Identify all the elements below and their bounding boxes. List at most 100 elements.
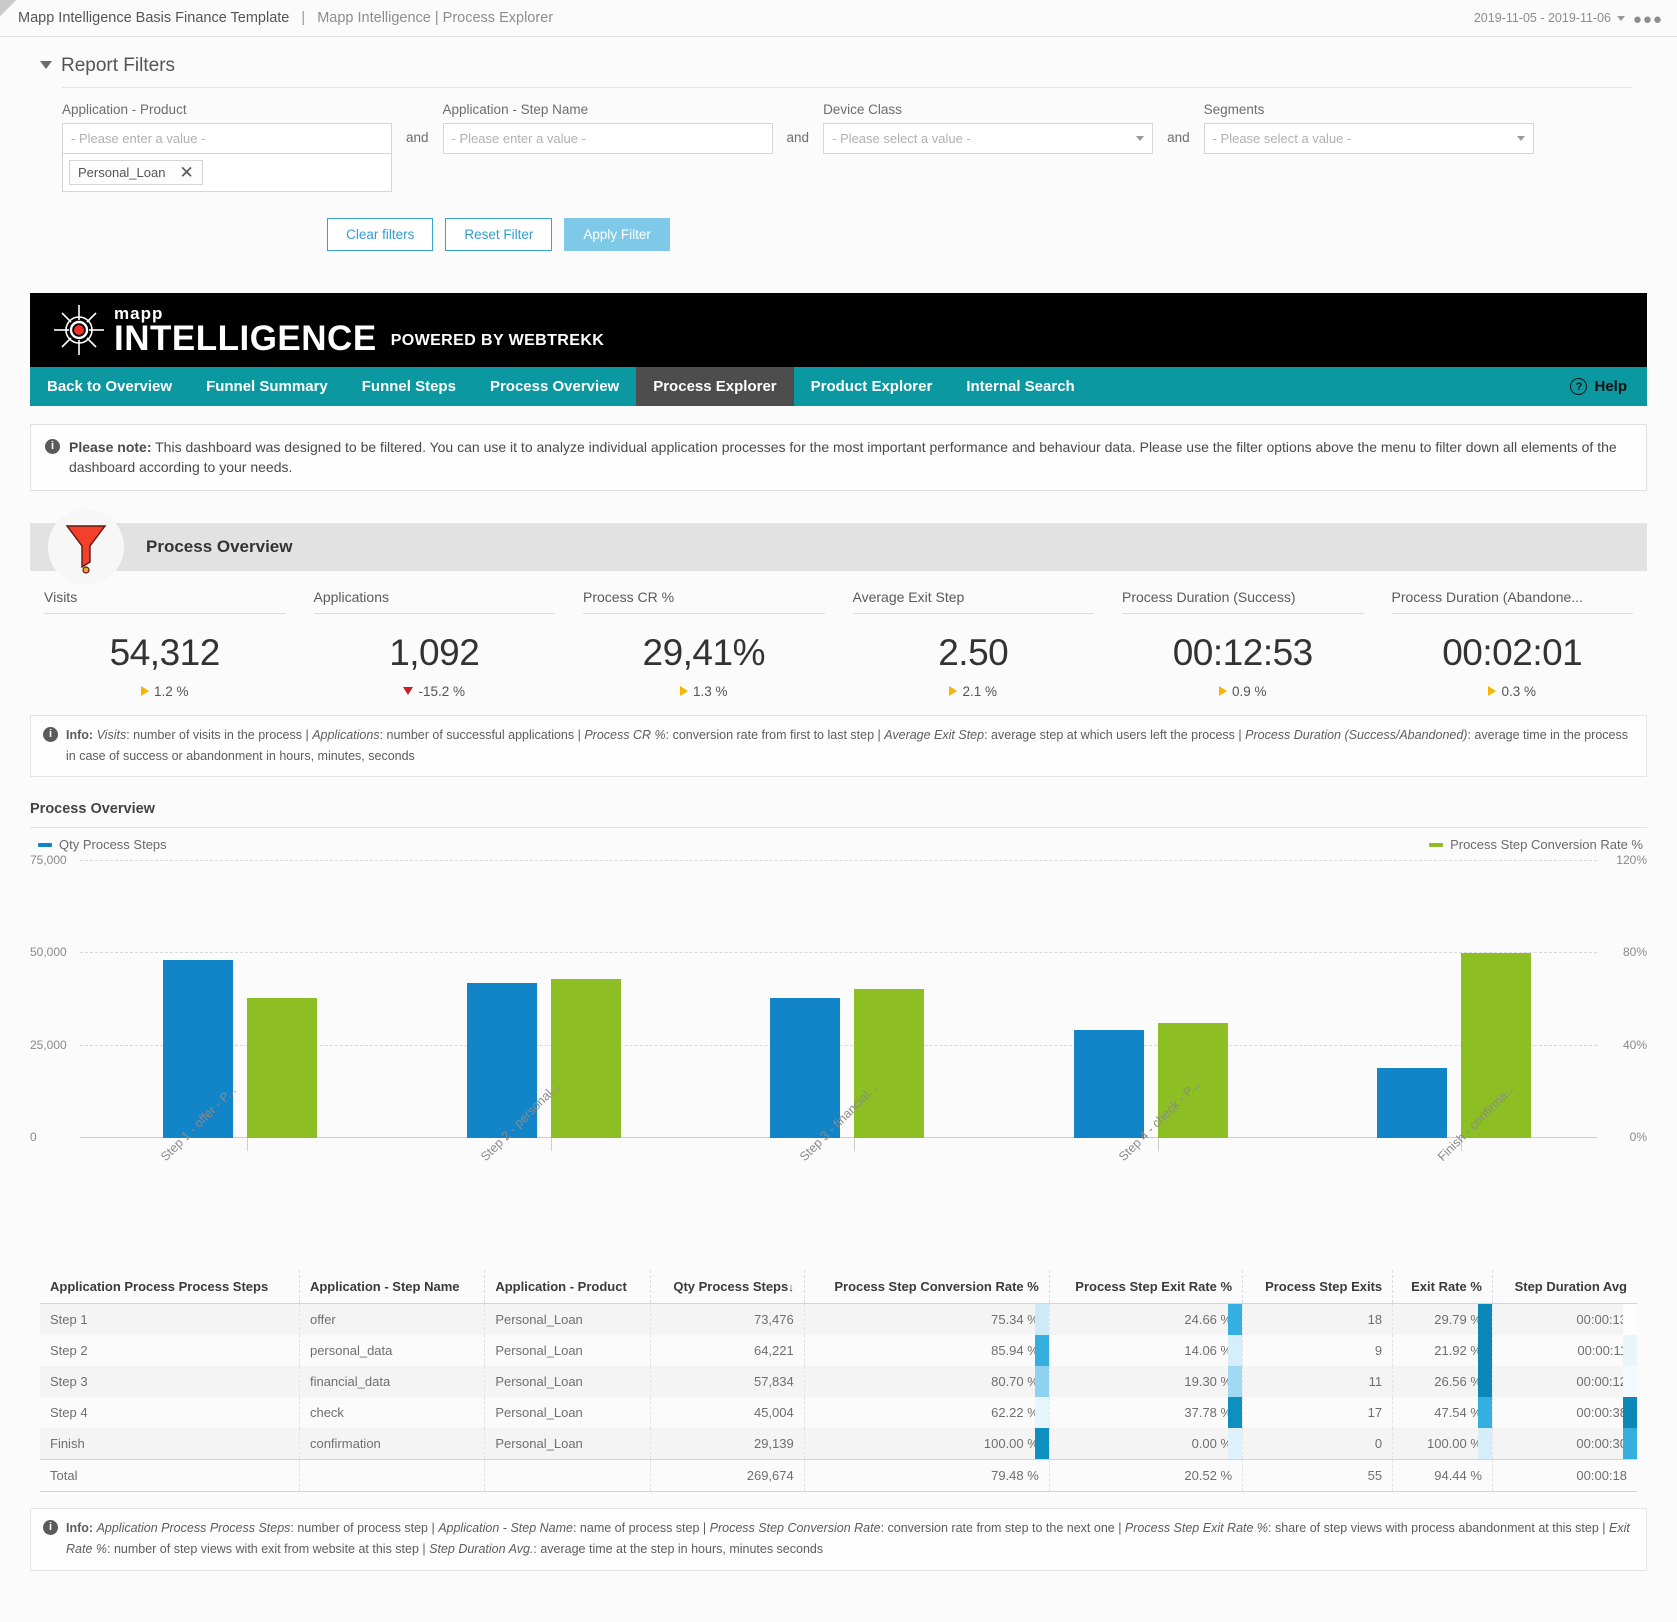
kpi-visits: Visits 54,312 1.2 %	[30, 589, 300, 699]
kpi-delta-label: 0.9 %	[1231, 683, 1267, 699]
kpi-delta-label: 0.3 %	[1501, 683, 1537, 699]
cell-duration: 00:00:38	[1492, 1397, 1637, 1429]
cell-exit-rate: 14.06 %	[1049, 1335, 1244, 1367]
legend-item-process-step-conversion-rate[interactable]: Process Step Conversion Rate %	[1429, 837, 1643, 852]
date-range-label: 2019-11-05 - 2019-11-06	[1473, 11, 1611, 25]
table-row[interactable]: Step 4 check Personal_Loan 45,004 62.22 …	[40, 1397, 1637, 1429]
legend-swatch-icon	[1429, 842, 1444, 847]
info-top-prefix: Info:	[66, 727, 94, 742]
table-row[interactable]: Step 2 personal_data Personal_Loan 64,22…	[40, 1335, 1637, 1367]
col-application-product[interactable]: Application - Product	[484, 1270, 652, 1305]
info-term: Process Duration (Success/Abandoned)	[1245, 727, 1468, 742]
funnel-icon	[65, 524, 107, 574]
please-note-text: Please note: This dashboard was designed…	[69, 437, 1632, 478]
breadcrumb-sub[interactable]: Mapp Intelligence | Process Explorer	[317, 10, 553, 26]
date-range-picker[interactable]: 2019-11-05 - 2019-11-06	[1474, 11, 1625, 25]
cell-qty: 64,221	[650, 1335, 805, 1367]
kpi-row: Visits 54,312 1.2 % Applications 1,092 -…	[30, 589, 1647, 699]
cell-exit-pct: 100.00 %	[1392, 1428, 1493, 1460]
breadcrumb-main[interactable]: Mapp Intelligence Basis Finance Template	[18, 10, 289, 26]
cell-exit-rate: 19.30 %	[1049, 1366, 1244, 1398]
info-desc: : share of step views with process aband…	[1268, 1521, 1599, 1536]
col-qty-process-steps[interactable]: Qty Process Steps↓	[650, 1270, 805, 1305]
bar-qty-process-steps[interactable]	[1377, 1068, 1448, 1139]
table-total-row: Total 269,674 79.48 % 20.52 % 55 94.44 %…	[40, 1459, 1637, 1493]
cell-step: Step 2	[40, 1335, 300, 1367]
heat-bar	[1477, 1428, 1492, 1460]
info-desc: : number of step views with exit from we…	[107, 1542, 419, 1557]
nav-item-process-overview[interactable]: Process Overview	[473, 367, 636, 406]
nav-item-funnel-steps[interactable]: Funnel Steps	[345, 367, 473, 406]
cell-conversion-rate: 75.34 %	[804, 1303, 1050, 1336]
legend-item-qty-process-steps[interactable]: Qty Process Steps	[38, 837, 167, 852]
kpi-delta: 1.3 %	[583, 684, 825, 699]
clear-filters-button[interactable]: Clear filters	[327, 218, 434, 251]
cell-qty: 57,834	[650, 1366, 805, 1398]
col-application-process-steps[interactable]: Application Process Process Steps	[40, 1270, 300, 1305]
bar-qty-process-steps[interactable]	[770, 998, 841, 1139]
table-row[interactable]: Finish confirmation Personal_Loan 29,139…	[40, 1428, 1637, 1460]
help-label: Help	[1594, 378, 1627, 395]
col-process-step-exit-rate[interactable]: Process Step Exit Rate %	[1049, 1270, 1244, 1305]
cell-total-conv: 79.48 %	[804, 1459, 1050, 1493]
bar-conversion-rate[interactable]	[854, 989, 925, 1139]
info-desc: : name of process step	[572, 1521, 700, 1536]
info-banner-bottom: i Info: Application Process Process Step…	[30, 1508, 1647, 1571]
kpi-value: 00:12:53	[1172, 631, 1314, 673]
cell-product: Personal_Loan	[484, 1397, 652, 1429]
filter-input-application-step-name[interactable]: - Please enter a value -	[442, 123, 773, 154]
filter-select-segments[interactable]: - Please select a value -	[1203, 123, 1534, 154]
kpi-value: 54,312	[109, 631, 221, 673]
filter-chip-personal-loan[interactable]: Personal_Loan ✕	[69, 160, 203, 185]
kpi-label: Process Duration (Abandone...	[1391, 589, 1633, 614]
corner-fold-icon	[0, 0, 16, 16]
cell-exits: 18	[1242, 1303, 1394, 1336]
please-note-body: This dashboard was designed to be filter…	[69, 439, 1617, 476]
bar-conversion-rate[interactable]	[550, 979, 621, 1139]
nav-item-funnel-summary[interactable]: Funnel Summary	[189, 367, 345, 406]
filter-label: Application - Product	[62, 102, 187, 117]
help-button[interactable]: ? Help	[1550, 367, 1647, 406]
col-exit-rate[interactable]: Exit Rate %	[1392, 1270, 1493, 1305]
table-row[interactable]: Step 1 offer Personal_Loan 73,476 75.34 …	[40, 1303, 1637, 1336]
info-bottom-text: Info: Application Process Process Steps:…	[66, 1521, 1630, 1557]
bar-qty-process-steps[interactable]	[163, 960, 234, 1139]
apply-filter-button[interactable]: Apply Filter	[564, 218, 670, 251]
cell-product: Personal_Loan	[484, 1335, 652, 1367]
cell-exit-pct: 29.79 %	[1392, 1303, 1493, 1336]
cell-qty: 73,476	[650, 1303, 805, 1336]
nav-item-back-to-overview[interactable]: Back to Overview	[30, 367, 189, 406]
help-icon: ?	[1570, 378, 1588, 395]
trend-up-icon	[140, 685, 149, 696]
filter-select-device-class[interactable]: - Please select a value -	[823, 123, 1154, 154]
process-overview-title: Process Overview	[146, 536, 293, 556]
more-options-icon[interactable]: ●●●	[1633, 12, 1663, 27]
nav-item-product-explorer[interactable]: Product Explorer	[794, 367, 950, 406]
report-filters-header[interactable]: Report Filters	[40, 55, 1677, 77]
kpi-delta: 2.1 %	[853, 684, 1095, 699]
y-axis-tick-right: 120%	[1616, 853, 1647, 868]
cell-exits: 0	[1242, 1428, 1394, 1460]
trend-up-icon	[679, 685, 688, 696]
cell-step-name: financial_data	[299, 1366, 486, 1398]
please-note-prefix: Please note:	[69, 439, 152, 455]
filter-input-application-product[interactable]: - Please enter a value -	[62, 123, 392, 154]
reset-filter-button[interactable]: Reset Filter	[445, 218, 553, 251]
filter-application-product: Application - Product - Please enter a v…	[62, 102, 392, 192]
cell-exits: 9	[1242, 1335, 1394, 1367]
bar-conversion-rate[interactable]	[247, 998, 318, 1139]
kpi-value: 2.50	[938, 631, 1009, 673]
bar-qty-process-steps[interactable]	[1073, 1030, 1144, 1139]
table-row[interactable]: Step 3 financial_data Personal_Loan 57,8…	[40, 1366, 1637, 1398]
mapp-target-logo-icon	[52, 303, 106, 357]
kpi-average-exit-step: Average Exit Step 2.50 2.1 %	[839, 589, 1109, 699]
col-application-step-name[interactable]: Application - Step Name	[299, 1270, 486, 1305]
col-process-step-exits[interactable]: Process Step Exits	[1242, 1270, 1394, 1305]
col-step-duration-avg[interactable]: Step Duration Avg	[1492, 1270, 1637, 1305]
close-icon[interactable]: ✕	[179, 164, 193, 181]
col-process-step-conversion-rate[interactable]: Process Step Conversion Rate %	[804, 1270, 1050, 1305]
info-term: Process CR %	[584, 727, 666, 742]
nav-item-process-explorer[interactable]: Process Explorer	[636, 367, 794, 406]
kpi-delta: 0.9 %	[1122, 684, 1364, 699]
nav-item-internal-search[interactable]: Internal Search	[949, 367, 1091, 406]
